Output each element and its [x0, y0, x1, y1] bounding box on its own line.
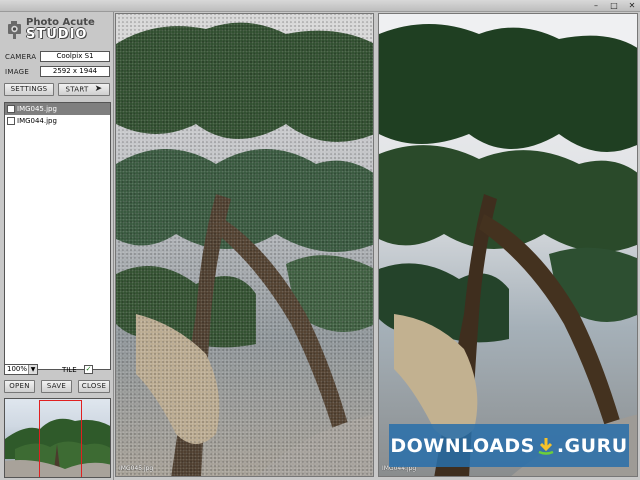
original-image-pane[interactable]: IMG045.jpg [115, 13, 374, 477]
start-label: START [65, 85, 89, 94]
left-image-caption: IMG045.jpg [119, 465, 154, 472]
file-checkbox[interactable] [7, 105, 15, 113]
close-button[interactable]: CLOSE [78, 380, 110, 393]
start-button[interactable]: START ➤ [58, 83, 110, 96]
camera-label: CAMERA [5, 53, 37, 61]
play-arrow-icon: ➤ [94, 84, 103, 94]
save-label: SAVE [46, 382, 67, 390]
zoom-select[interactable]: 100% ▼ [4, 364, 38, 375]
open-label: OPEN [9, 382, 30, 390]
image-label: IMAGE [5, 68, 30, 76]
navigator-thumbnail[interactable] [4, 398, 111, 478]
file-list[interactable]: IMG045.jpg IMG044.jpg [4, 102, 111, 370]
processed-image-pane[interactable]: IMG044.jpg [378, 13, 638, 477]
camera-value: Coolpix S1 [40, 51, 110, 62]
minimize-button[interactable]: – [590, 1, 602, 10]
control-panel: Photo Acute STUDIO CAMERA Coolpix S1 IMA… [0, 12, 114, 480]
watermark-left-text: DOWNLOADS [390, 434, 535, 457]
file-row-img045[interactable]: IMG045.jpg [5, 103, 110, 115]
tile-checkbox[interactable]: ✓ [84, 365, 93, 374]
file-name: IMG044.jpg [17, 117, 57, 125]
chevron-down-icon[interactable]: ▼ [28, 365, 37, 374]
download-arrow-icon [538, 437, 554, 455]
file-checkbox[interactable] [7, 117, 15, 125]
close-window-button[interactable]: ✕ [626, 1, 638, 10]
window-controls: – □ ✕ [590, 1, 638, 10]
close-label: CLOSE [81, 382, 107, 390]
watermark-banner: DOWNLOADS .GURU [389, 424, 629, 467]
open-button[interactable]: OPEN [4, 380, 35, 393]
zoom-value: 100% [7, 365, 28, 373]
settings-label: SETTINGS [10, 85, 48, 93]
logo-subtitle: STUDIO [26, 27, 88, 42]
tree-image-processed [379, 14, 637, 476]
viewport-frame[interactable] [39, 400, 82, 477]
file-name: IMG045.jpg [17, 105, 57, 113]
watermark-right-text: .GURU [556, 434, 628, 457]
settings-button[interactable]: SETTINGS [4, 83, 54, 96]
file-row-img044[interactable]: IMG044.jpg [5, 115, 110, 127]
maximize-button[interactable]: □ [608, 1, 620, 10]
save-button[interactable]: SAVE [41, 380, 72, 393]
image-size-value: 2592 x 1944 [40, 66, 110, 77]
tile-label: TILE [62, 366, 77, 374]
noise-overlay [116, 14, 373, 476]
camera-logo-icon [8, 21, 21, 39]
title-bar: – □ ✕ [0, 0, 640, 12]
app-logo: Photo Acute STUDIO [6, 16, 110, 46]
